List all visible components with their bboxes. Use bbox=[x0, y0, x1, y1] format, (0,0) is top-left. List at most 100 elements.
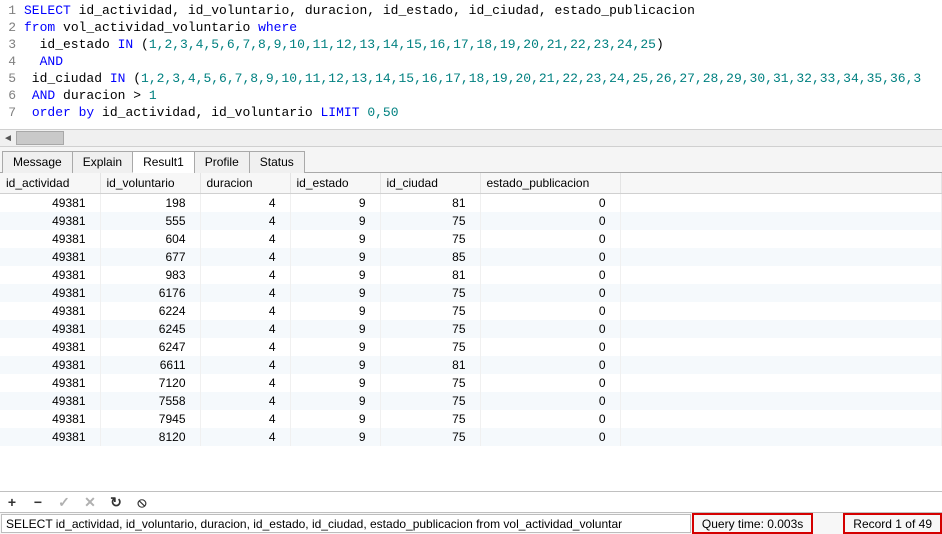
tab-profile[interactable]: Profile bbox=[194, 151, 250, 173]
cell[interactable]: 49381 bbox=[0, 212, 100, 230]
cell[interactable]: 7558 bbox=[100, 392, 200, 410]
cell[interactable]: 4 bbox=[200, 320, 290, 338]
table-row[interactable]: 49381661149810 bbox=[0, 356, 942, 374]
code[interactable]: id_ciudad IN (1,2,3,4,5,6,7,8,9,10,11,12… bbox=[24, 70, 942, 87]
stop-icon[interactable]: ⦸ bbox=[134, 494, 150, 510]
cell[interactable]: 49381 bbox=[0, 410, 100, 428]
cell[interactable]: 0 bbox=[480, 338, 620, 356]
commit-icon[interactable]: ✓ bbox=[56, 494, 72, 510]
col-id_voluntario[interactable]: id_voluntario bbox=[100, 173, 200, 194]
tab-result1[interactable]: Result1 bbox=[132, 151, 195, 173]
cell[interactable]: 4 bbox=[200, 356, 290, 374]
cell[interactable]: 49381 bbox=[0, 266, 100, 284]
col-id_actividad[interactable]: id_actividad bbox=[0, 173, 100, 194]
cell[interactable]: 0 bbox=[480, 392, 620, 410]
code[interactable]: order by id_actividad, id_voluntario LIM… bbox=[24, 104, 942, 121]
cell[interactable]: 6176 bbox=[100, 284, 200, 302]
cell[interactable]: 9 bbox=[290, 410, 380, 428]
cell[interactable]: 4 bbox=[200, 302, 290, 320]
cell[interactable]: 983 bbox=[100, 266, 200, 284]
cell[interactable]: 9 bbox=[290, 230, 380, 248]
cell[interactable]: 0 bbox=[480, 302, 620, 320]
cell[interactable]: 0 bbox=[480, 230, 620, 248]
cell[interactable]: 4 bbox=[200, 194, 290, 213]
code[interactable]: from vol_actividad_voluntario where bbox=[24, 19, 942, 36]
table-row[interactable]: 49381794549750 bbox=[0, 410, 942, 428]
result-grid[interactable]: id_actividadid_voluntarioduracionid_esta… bbox=[0, 173, 942, 446]
cell[interactable]: 9 bbox=[290, 248, 380, 266]
col-id_estado[interactable]: id_estado bbox=[290, 173, 380, 194]
cell[interactable]: 8120 bbox=[100, 428, 200, 446]
table-row[interactable]: 49381622449750 bbox=[0, 302, 942, 320]
cell[interactable]: 49381 bbox=[0, 428, 100, 446]
editor-line[interactable]: 5 id_ciudad IN (1,2,3,4,5,6,7,8,9,10,11,… bbox=[0, 70, 942, 87]
table-row[interactable]: 49381812049750 bbox=[0, 428, 942, 446]
table-row[interactable]: 49381712049750 bbox=[0, 374, 942, 392]
cell[interactable]: 0 bbox=[480, 356, 620, 374]
cell[interactable]: 75 bbox=[380, 410, 480, 428]
refresh-icon[interactable]: ↻ bbox=[108, 494, 124, 510]
table-row[interactable]: 49381624749750 bbox=[0, 338, 942, 356]
cell[interactable]: 49381 bbox=[0, 338, 100, 356]
cell[interactable]: 0 bbox=[480, 374, 620, 392]
cell[interactable]: 9 bbox=[290, 194, 380, 213]
cell[interactable]: 49381 bbox=[0, 284, 100, 302]
editor-line[interactable]: 2from vol_actividad_voluntario where bbox=[0, 19, 942, 36]
cell[interactable]: 6611 bbox=[100, 356, 200, 374]
table-row[interactable]: 4938160449750 bbox=[0, 230, 942, 248]
table-row[interactable]: 49381617649750 bbox=[0, 284, 942, 302]
cell[interactable]: 49381 bbox=[0, 374, 100, 392]
cell[interactable]: 9 bbox=[290, 320, 380, 338]
delete-row-icon[interactable]: − bbox=[30, 494, 46, 510]
cell[interactable]: 4 bbox=[200, 284, 290, 302]
table-row[interactable]: 4938198349810 bbox=[0, 266, 942, 284]
cell[interactable]: 81 bbox=[380, 194, 480, 213]
cell[interactable]: 75 bbox=[380, 428, 480, 446]
cell[interactable]: 85 bbox=[380, 248, 480, 266]
table-row[interactable]: 4938167749850 bbox=[0, 248, 942, 266]
cell[interactable]: 0 bbox=[480, 428, 620, 446]
cell[interactable]: 75 bbox=[380, 374, 480, 392]
scroll-thumb[interactable] bbox=[16, 131, 64, 145]
cell[interactable]: 4 bbox=[200, 248, 290, 266]
tab-message[interactable]: Message bbox=[2, 151, 73, 173]
col-id_ciudad[interactable]: id_ciudad bbox=[380, 173, 480, 194]
cell[interactable]: 75 bbox=[380, 320, 480, 338]
cell[interactable]: 75 bbox=[380, 302, 480, 320]
scroll-left-icon[interactable]: ◄ bbox=[0, 130, 16, 146]
cell[interactable]: 49381 bbox=[0, 320, 100, 338]
cell[interactable]: 49381 bbox=[0, 248, 100, 266]
cell[interactable]: 198 bbox=[100, 194, 200, 213]
cell[interactable]: 7120 bbox=[100, 374, 200, 392]
code[interactable]: id_estado IN (1,2,3,4,5,6,7,8,9,10,11,12… bbox=[24, 36, 942, 53]
cell[interactable]: 9 bbox=[290, 356, 380, 374]
code[interactable]: AND bbox=[24, 53, 942, 70]
table-row[interactable]: 49381755849750 bbox=[0, 392, 942, 410]
cell[interactable]: 0 bbox=[480, 248, 620, 266]
cell[interactable]: 4 bbox=[200, 212, 290, 230]
cell[interactable]: 9 bbox=[290, 266, 380, 284]
cell[interactable]: 75 bbox=[380, 230, 480, 248]
tab-status[interactable]: Status bbox=[249, 151, 305, 173]
table-row[interactable]: 49381624549750 bbox=[0, 320, 942, 338]
cell[interactable]: 49381 bbox=[0, 302, 100, 320]
table-row[interactable]: 4938155549750 bbox=[0, 212, 942, 230]
cell[interactable]: 4 bbox=[200, 392, 290, 410]
editor-line[interactable]: 4 AND bbox=[0, 53, 942, 70]
cell[interactable]: 4 bbox=[200, 410, 290, 428]
cell[interactable]: 0 bbox=[480, 410, 620, 428]
cell[interactable]: 9 bbox=[290, 392, 380, 410]
cell[interactable]: 49381 bbox=[0, 392, 100, 410]
cell[interactable]: 0 bbox=[480, 284, 620, 302]
cell[interactable]: 0 bbox=[480, 320, 620, 338]
cell[interactable]: 49381 bbox=[0, 356, 100, 374]
cell[interactable]: 75 bbox=[380, 284, 480, 302]
col-estado_publicacion[interactable]: estado_publicacion bbox=[480, 173, 620, 194]
table-row[interactable]: 4938119849810 bbox=[0, 194, 942, 213]
cell[interactable]: 81 bbox=[380, 356, 480, 374]
sql-editor[interactable]: 1SELECT id_actividad, id_voluntario, dur… bbox=[0, 0, 942, 129]
cell[interactable]: 4 bbox=[200, 230, 290, 248]
cell[interactable]: 9 bbox=[290, 284, 380, 302]
cancel-icon[interactable]: ✕ bbox=[82, 494, 98, 510]
cell[interactable]: 9 bbox=[290, 302, 380, 320]
